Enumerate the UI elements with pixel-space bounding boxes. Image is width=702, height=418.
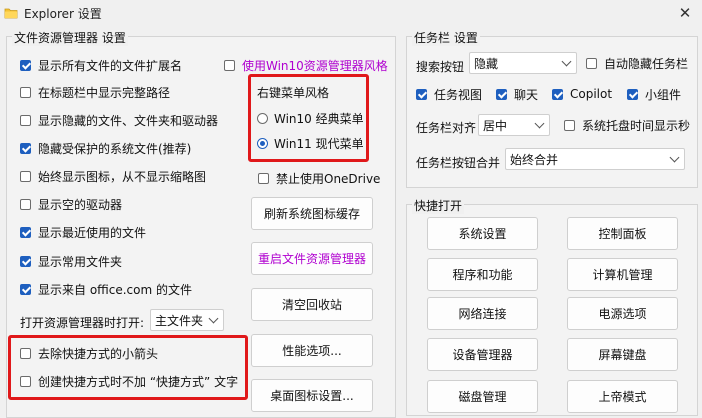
option-office-files[interactable]: 显示来自 office.com 的文件 [20,280,192,298]
quick-open-group-title: 快捷打开 [412,197,465,214]
checkbox[interactable] [20,255,31,267]
checkbox[interactable] [20,170,31,182]
desktop-icon-settings-button[interactable]: 桌面图标设置... [251,379,373,412]
option-frequent-folders[interactable]: 显示常用文件夹 [20,252,122,270]
checkbox[interactable] [20,114,31,126]
chevron-down-icon [561,56,572,67]
taskbar-combine-label: 任务栏按钮合并 [416,156,501,170]
checkbox[interactable] [20,375,31,387]
empty-recycle-bin-button[interactable]: 清空回收站 [251,288,373,321]
taskbar-group-title: 任务栏 设置 [412,29,480,46]
checkbox[interactable] [20,347,31,359]
option-disable-onedrive[interactable]: 禁止使用OneDrive [258,169,380,187]
option-show-hidden[interactable]: 显示隐藏的文件、文件夹和驱动器 [20,111,218,129]
option-task-view[interactable]: 任务视图 [416,85,482,103]
god-mode-button[interactable]: 上帝模式 [567,380,678,413]
option-copilot[interactable]: Copilot [552,85,612,103]
search-button-label: 搜索按钮 [416,60,465,74]
checkbox[interactable] [258,172,269,184]
onscreen-keyboard-button[interactable]: 屏幕键盘 [567,338,678,371]
radio-win10-classic[interactable]: Win10 经典菜单 [257,109,364,127]
close-icon: ✕ [678,4,692,22]
checkbox[interactable] [20,226,31,238]
refresh-icon-cache-button[interactable]: 刷新系统图标缓存 [251,197,373,230]
option-win10-explorer[interactable]: 使用Win10资源管理器风格 [224,56,388,74]
open-to-label: 打开资源管理器时打开: [20,316,145,330]
option-remove-shortcut-arrow[interactable]: 去除快捷方式的小箭头 [20,344,158,362]
disk-management-button[interactable]: 磁盘管理 [427,380,538,413]
option-always-icons[interactable]: 始终显示图标，从不显示缩略图 [20,167,206,185]
device-manager-button[interactable]: 设备管理器 [427,338,538,371]
checkbox[interactable] [627,88,638,100]
checkbox[interactable] [564,119,575,131]
context-menu-title: 右键菜单风格 [257,86,330,100]
taskbar-align-select[interactable]: 居中 [478,114,550,136]
checkbox[interactable] [20,142,31,154]
performance-options-button[interactable]: 性能选项... [251,334,373,367]
network-connections-button[interactable]: 网络连接 [427,297,538,330]
taskbar-align-label: 任务栏对齐 [416,121,477,135]
search-button-select[interactable]: 隐藏 [469,52,577,74]
checkbox[interactable] [224,59,235,71]
taskbar-combine-select[interactable]: 始终合并 [505,148,685,170]
open-to-select[interactable]: 主文件夹 [150,309,224,331]
option-clock-seconds[interactable]: 系统托盘时间显示秒 [564,116,690,134]
option-show-extensions[interactable]: 显示所有文件的文件扩展名 [20,56,182,74]
option-recent-files[interactable]: 显示最近使用的文件 [20,223,146,241]
control-panel-button[interactable]: 控制面板 [567,217,678,250]
radio[interactable] [257,137,268,149]
radio[interactable] [257,112,268,124]
checkbox[interactable] [20,283,31,295]
system-settings-button[interactable]: 系统设置 [427,217,538,250]
folder-icon [4,8,18,19]
checkbox[interactable] [20,86,31,98]
restart-explorer-button[interactable]: 重启文件资源管理器 [251,242,373,275]
chevron-down-icon [208,313,219,324]
checkbox[interactable] [552,88,563,100]
option-hide-protected[interactable]: 隐藏受保护的系统文件(推荐) [20,139,191,157]
title-bar [0,0,702,26]
close-button[interactable]: ✕ [668,0,702,26]
checkbox[interactable] [20,59,31,71]
programs-features-button[interactable]: 程序和功能 [427,258,538,291]
chevron-down-icon [669,152,680,163]
file-explorer-group-title: 文件资源管理器 设置 [12,29,128,46]
window-title: Explorer 设置 [24,7,102,21]
power-options-button[interactable]: 电源选项 [567,297,678,330]
checkbox[interactable] [496,88,507,100]
option-empty-drives[interactable]: 显示空的驱动器 [20,195,122,213]
chevron-down-icon [534,118,545,129]
option-widgets[interactable]: 小组件 [627,85,681,103]
checkbox[interactable] [586,57,597,69]
option-full-path[interactable]: 在标题栏中显示完整路径 [20,83,170,101]
radio-win11-modern[interactable]: Win11 现代菜单 [257,134,364,152]
checkbox[interactable] [20,198,31,210]
option-no-shortcut-text[interactable]: 创建快捷方式时不加 “快捷方式” 文字 [20,372,238,390]
checkbox[interactable] [416,88,427,100]
computer-management-button[interactable]: 计算机管理 [567,258,678,291]
option-auto-hide-taskbar[interactable]: 自动隐藏任务栏 [586,54,688,72]
option-chat[interactable]: 聊天 [496,85,538,103]
